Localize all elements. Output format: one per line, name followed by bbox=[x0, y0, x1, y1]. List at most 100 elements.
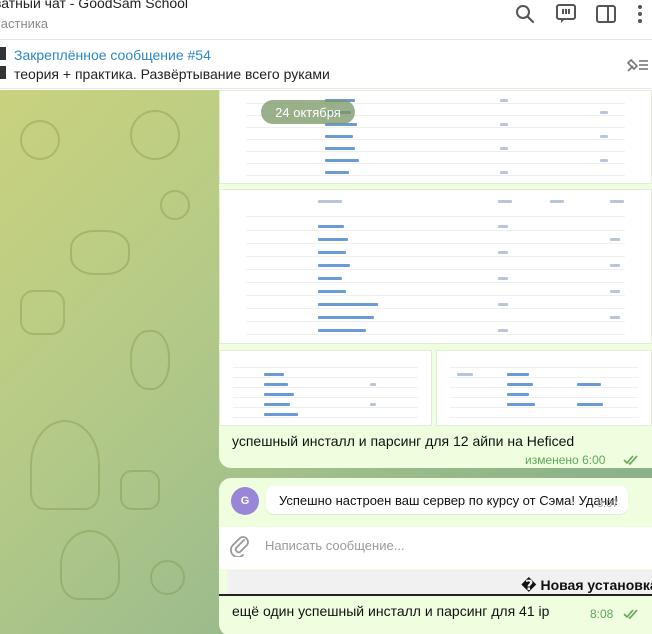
background-doodle bbox=[30, 420, 100, 510]
read-checks-icon bbox=[623, 453, 641, 466]
message-input[interactable] bbox=[265, 535, 625, 555]
table-cell bbox=[370, 403, 376, 406]
table-line bbox=[232, 367, 419, 368]
table-cell bbox=[610, 200, 624, 203]
table-cell bbox=[264, 403, 290, 406]
table-cell bbox=[318, 303, 378, 306]
table-line bbox=[449, 417, 639, 418]
table-cell bbox=[600, 135, 608, 138]
table-cell bbox=[610, 290, 620, 293]
table-cell bbox=[318, 316, 374, 319]
table-cell bbox=[264, 413, 298, 416]
bot-message-text: Успешно настроен ваш сервер по курсу от … bbox=[279, 493, 619, 508]
table-cell bbox=[264, 393, 294, 396]
table-line bbox=[232, 407, 419, 408]
table-cell bbox=[550, 200, 564, 203]
new-install-heading: � Новая установка bbox=[521, 577, 652, 593]
table-cell bbox=[507, 373, 529, 376]
table-cell bbox=[498, 200, 512, 203]
table-line bbox=[245, 243, 626, 244]
table-cell bbox=[370, 383, 376, 386]
table-line bbox=[245, 216, 626, 217]
table-line bbox=[232, 417, 419, 418]
background-doodle bbox=[150, 560, 185, 595]
table-line bbox=[245, 282, 626, 283]
table-line bbox=[245, 230, 626, 231]
comments-icon[interactable] bbox=[556, 4, 576, 24]
pinned-message-bar[interactable]: Закреплённое сообщение #54 теория + прак… bbox=[0, 41, 652, 89]
table-cell bbox=[500, 171, 508, 174]
table-cell bbox=[498, 251, 508, 254]
background-doodle bbox=[20, 290, 65, 335]
table-cell bbox=[500, 147, 508, 150]
background-doodle bbox=[160, 190, 190, 220]
chat-header: ватный чат - GoodSam School частника bbox=[0, 0, 652, 40]
background-doodle bbox=[70, 230, 130, 275]
table-cell bbox=[610, 316, 620, 319]
table-line bbox=[245, 256, 626, 257]
table-cell bbox=[325, 159, 359, 162]
table-cell bbox=[264, 383, 288, 386]
attach-icon[interactable] bbox=[230, 533, 250, 558]
screenshot-image[interactable] bbox=[219, 189, 652, 344]
table-cell bbox=[507, 393, 529, 396]
more-icon[interactable] bbox=[630, 4, 650, 24]
pin-list-icon[interactable] bbox=[624, 55, 648, 75]
screenshot-image[interactable] bbox=[436, 350, 652, 426]
table-line bbox=[232, 377, 419, 378]
message-time: 8:08 bbox=[590, 607, 614, 621]
screenshot-image[interactable] bbox=[219, 350, 432, 426]
media-message[interactable] bbox=[219, 90, 652, 468]
table-cell bbox=[318, 225, 344, 228]
table-line bbox=[245, 334, 626, 335]
table-line bbox=[449, 407, 639, 408]
table-cell bbox=[318, 238, 348, 241]
table-cell bbox=[610, 264, 620, 267]
table-cell bbox=[318, 251, 346, 254]
table-cell bbox=[325, 171, 349, 174]
background-doodle bbox=[130, 110, 180, 160]
table-line bbox=[245, 269, 626, 270]
divider bbox=[219, 594, 652, 596]
table-cell bbox=[498, 329, 508, 332]
background-doodle bbox=[60, 530, 120, 600]
search-icon[interactable] bbox=[515, 4, 535, 24]
pinned-title[interactable]: Закреплённое сообщение #54 bbox=[14, 47, 211, 63]
table-cell bbox=[318, 200, 342, 203]
message-text: ещё один успешный инсталл и парсинг для … bbox=[232, 603, 550, 619]
table-cell bbox=[577, 403, 603, 406]
pinned-text: теория + практика. Развёртывание всего р… bbox=[14, 66, 330, 82]
table-cell bbox=[610, 238, 620, 241]
table-cell bbox=[318, 290, 346, 293]
table-cell bbox=[500, 99, 508, 102]
table-line bbox=[245, 295, 626, 296]
table-cell bbox=[318, 277, 342, 280]
table-cell bbox=[318, 329, 366, 332]
table-cell bbox=[507, 403, 535, 406]
table-cell bbox=[498, 277, 508, 280]
table-cell bbox=[457, 373, 473, 376]
table-line bbox=[449, 397, 639, 398]
table-line bbox=[245, 139, 626, 140]
table-cell bbox=[498, 225, 508, 228]
table-line bbox=[449, 377, 639, 378]
table-cell bbox=[325, 135, 353, 138]
background-doodle bbox=[130, 330, 170, 390]
background-doodle bbox=[120, 470, 160, 510]
bot-message-time: 8:07 bbox=[597, 498, 619, 510]
sidebar-icon[interactable] bbox=[596, 4, 616, 24]
table-cell bbox=[500, 123, 508, 126]
chat-title[interactable]: ватный чат - GoodSam School bbox=[0, 0, 188, 11]
table-line bbox=[245, 321, 626, 322]
table-line bbox=[449, 387, 639, 388]
avatar[interactable]: G bbox=[231, 487, 259, 515]
pinned-indicator bbox=[0, 66, 6, 79]
table-line bbox=[245, 308, 626, 309]
message-time: изменено 6:00 bbox=[525, 453, 606, 467]
read-checks-icon bbox=[623, 607, 641, 620]
table-line bbox=[245, 127, 626, 128]
table-cell bbox=[264, 373, 284, 376]
date-separator: 24 октября bbox=[261, 100, 355, 124]
background-doodle bbox=[20, 120, 60, 160]
chat-subtitle: частника bbox=[0, 16, 49, 31]
